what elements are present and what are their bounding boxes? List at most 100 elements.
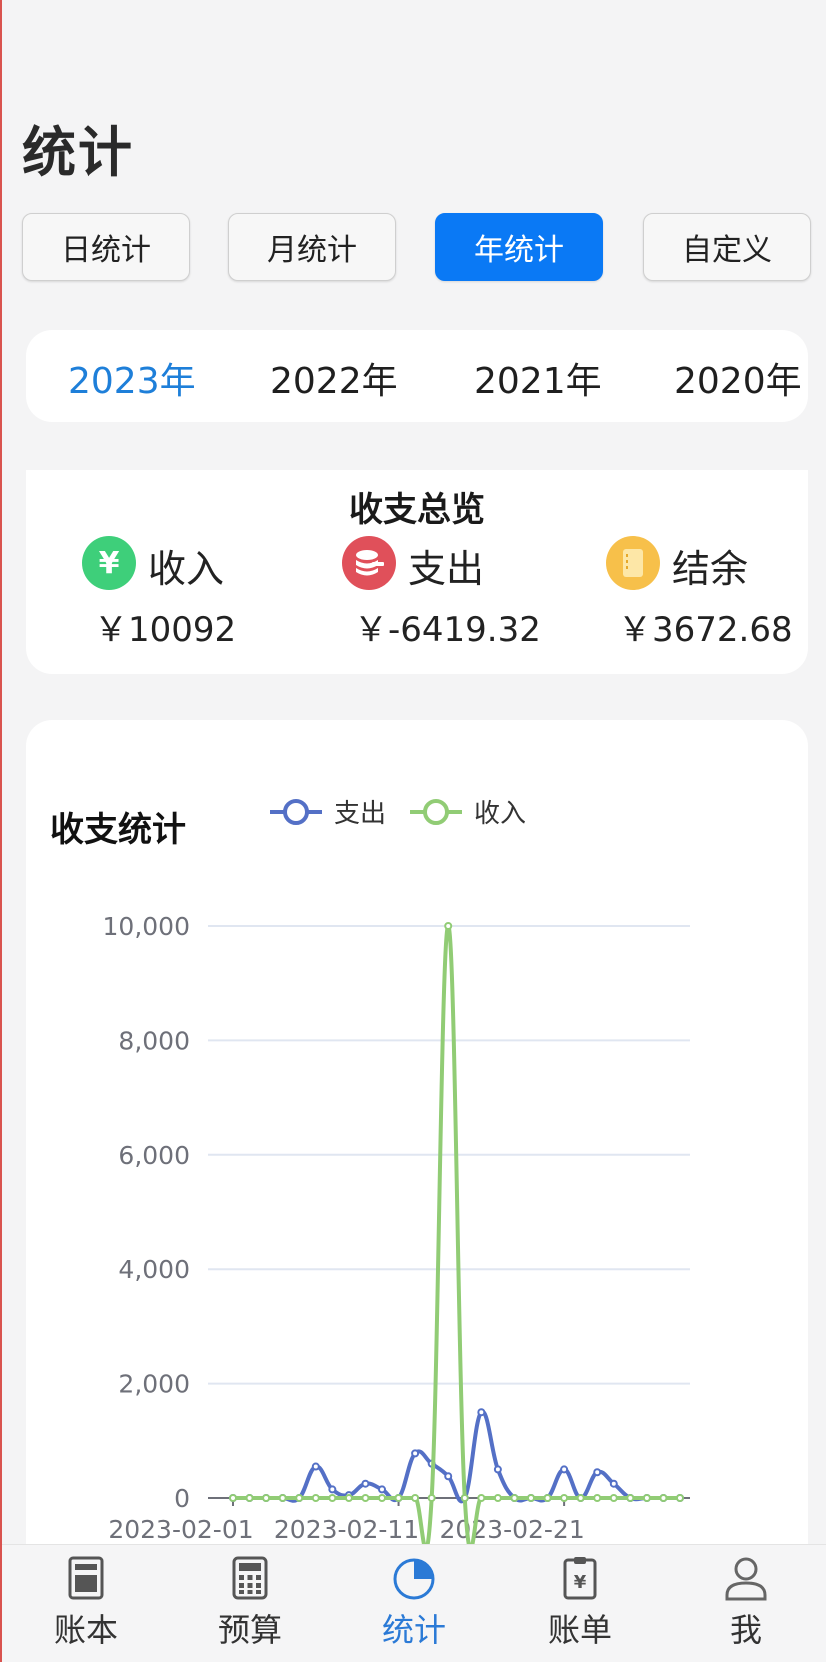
legend-swatch-marker: [423, 799, 449, 825]
user-icon: [725, 1557, 767, 1601]
year-item-2023[interactable]: 2023年: [68, 352, 196, 404]
tab-ledger[interactable]: 账本: [36, 1555, 136, 1659]
data-point: [411, 1449, 420, 1458]
y-tick-label: 10,000: [103, 912, 190, 941]
data-point: [609, 1479, 618, 1488]
y-tick-label: 2,000: [118, 1370, 190, 1399]
segment-month-stats[interactable]: 月统计: [228, 213, 396, 281]
coins-icon: [342, 536, 396, 590]
data-point: [527, 1494, 535, 1502]
series-line-expense: [233, 1410, 680, 1504]
data-point: [262, 1494, 271, 1502]
overview-title: 收支总览: [349, 490, 485, 530]
calculator-icon: [232, 1556, 268, 1600]
legend-label: 收入: [474, 799, 526, 829]
data-point: [278, 1494, 287, 1502]
ledger-icon: [68, 1556, 104, 1600]
data-point: [344, 1494, 353, 1502]
notebook-icon-glyph: [623, 549, 643, 577]
expense-value: ￥-6419.32: [354, 610, 541, 650]
data-point: [477, 1408, 486, 1417]
pie-chart-icon: [393, 1558, 435, 1600]
income-label: 收入: [148, 547, 225, 591]
data-point: [411, 1494, 420, 1502]
x-tick-label: 2023-02-11: [274, 1515, 419, 1544]
balance-label: 结余: [672, 547, 749, 591]
y-tick-label: 4,000: [118, 1255, 190, 1284]
data-point: [493, 1465, 502, 1474]
year-item-2022[interactable]: 2022年: [270, 352, 398, 404]
overview-expense: 支出 ￥-6419.32: [342, 532, 582, 652]
legend-label: 支出: [334, 799, 386, 829]
tab-label: 账单: [547, 1611, 612, 1649]
tab-bills[interactable]: ¥ 账单: [530, 1555, 630, 1659]
overview-income: ¥ 收入 ￥10092: [82, 532, 322, 652]
year-item-2021[interactable]: 2021年: [474, 352, 602, 404]
y-tick-label: 0: [174, 1484, 190, 1513]
data-point: [328, 1494, 337, 1502]
tab-label: 预算: [217, 1611, 282, 1649]
data-point: [427, 1494, 436, 1502]
balance-value: ￥3672.68: [618, 610, 793, 650]
tab-label: 账本: [53, 1611, 118, 1649]
data-point: [361, 1494, 370, 1502]
expense-label: 支出: [408, 547, 485, 591]
chart-card: 收支统计 10,000 8,000 6,000 4,000 2,000 0 2023-02-…: [26, 720, 808, 1662]
data-point: [295, 1494, 304, 1502]
data-point: [311, 1462, 320, 1471]
x-tick-label: 2023-02-01: [108, 1515, 253, 1544]
tab-label: 我: [729, 1611, 762, 1649]
legend-swatch-marker: [283, 799, 309, 825]
data-point: [593, 1494, 602, 1502]
data-point: [378, 1485, 386, 1494]
data-point: [460, 1494, 469, 1502]
page-title: 统计: [22, 121, 134, 184]
data-point: [229, 1494, 237, 1502]
bottom-tab-bar: 账本 预算 统计 ¥ 账单 我: [2, 1544, 826, 1662]
data-point: [311, 1494, 320, 1502]
svg-text:¥: ¥: [574, 1572, 587, 1593]
year-selector: 2023年 2022年 2021年 2020年: [26, 330, 808, 422]
data-point: [245, 1494, 254, 1502]
yen-icon: ¥: [82, 536, 136, 590]
data-point: [560, 1494, 569, 1502]
tab-label: 统计: [381, 1611, 446, 1649]
segment-day-stats[interactable]: 日统计: [22, 213, 190, 281]
data-point: [642, 1494, 651, 1502]
coins-icon-glyph: [356, 550, 384, 576]
year-item-2020[interactable]: 2020年: [674, 352, 802, 404]
tab-statistics[interactable]: 统计: [364, 1555, 464, 1659]
tab-me[interactable]: 我: [696, 1555, 796, 1659]
data-point: [593, 1468, 602, 1477]
data-point: [576, 1494, 585, 1502]
data-point: [378, 1494, 386, 1502]
segment-year-stats[interactable]: 年统计: [435, 213, 603, 281]
series-line-income: [233, 923, 680, 1544]
income-value: ￥10092: [94, 610, 237, 650]
overview-balance: 结余 ￥3672.68: [606, 532, 826, 652]
data-point: [659, 1494, 668, 1502]
data-point: [560, 1465, 569, 1474]
data-point: [493, 1494, 502, 1502]
data-point: [394, 1494, 403, 1502]
data-point: [609, 1494, 618, 1502]
data-point: [361, 1479, 370, 1488]
y-tick-label: 8,000: [118, 1026, 190, 1055]
data-point: [626, 1494, 635, 1502]
data-point: [676, 1494, 684, 1502]
data-point: [444, 1472, 453, 1481]
app-screen: 统计 日统计 月统计 年统计 自定义 2023年 2022年 2021年 202…: [0, 0, 826, 1662]
data-point: [543, 1494, 552, 1502]
notebook-icon: [606, 536, 660, 590]
bill-icon: ¥: [563, 1557, 597, 1600]
tab-budget[interactable]: 预算: [200, 1555, 300, 1659]
segment-custom[interactable]: 自定义: [643, 213, 811, 281]
data-point: [510, 1494, 519, 1502]
data-point: [328, 1485, 337, 1494]
data-point: [444, 922, 453, 930]
overview-card: 收支总览 ¥ 收入 ￥10092 支出 ￥-6419.32 结余 ￥3672.6…: [26, 470, 808, 674]
income-expense-chart[interactable]: 10,000 8,000 6,000 4,000 2,000 02023-02-01 202…: [26, 720, 808, 1544]
y-tick-label: 6,000: [118, 1141, 190, 1170]
data-point: [477, 1494, 486, 1502]
x-tick-label: 2023-02-21: [439, 1515, 584, 1544]
